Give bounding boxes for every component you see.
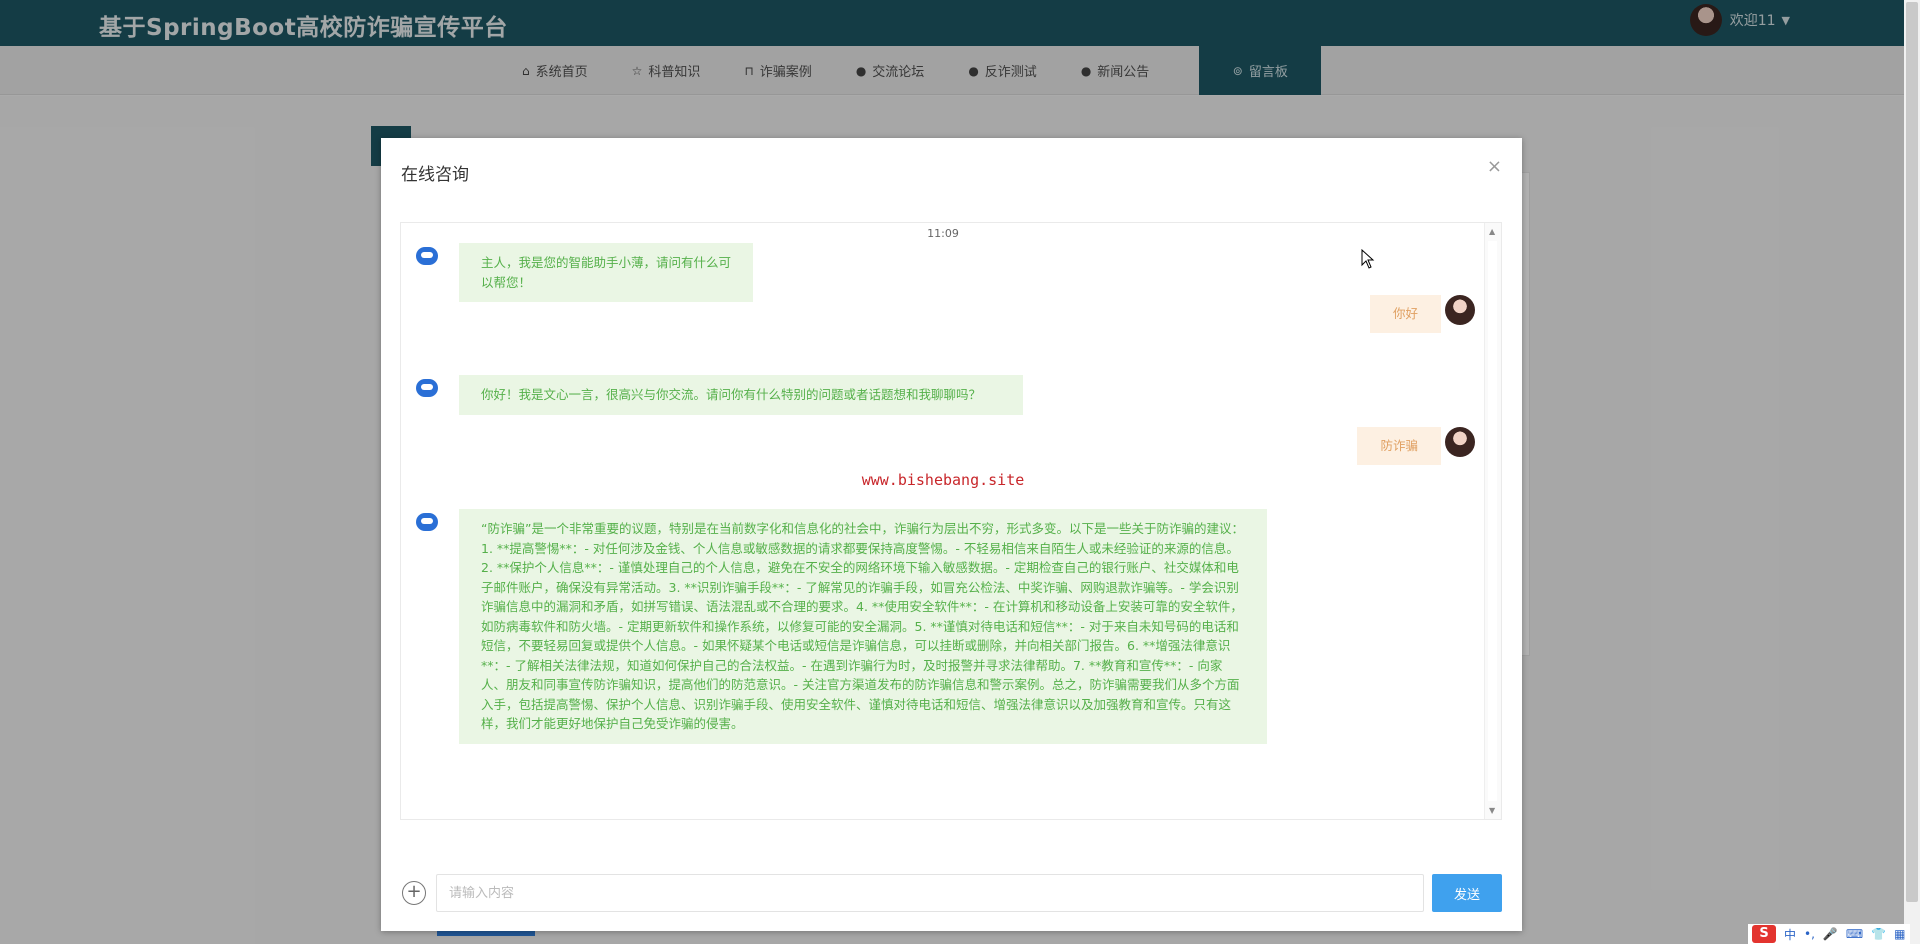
user-avatar	[1445, 295, 1475, 325]
grid-icon[interactable]: ▦	[1894, 927, 1905, 941]
robot-avatar-icon	[413, 243, 441, 271]
close-icon[interactable]: ×	[1487, 156, 1502, 177]
chat-messages[interactable]: 11:09 主人，我是您的智能助手小薄，请问有什么可以帮您！ 你好 你好！我是文…	[400, 222, 1502, 820]
message-timestamp: 11:09	[927, 227, 959, 240]
bot-message-bubble: 你好！我是文心一言，很高兴与你交流。请问你有什么特别的问题或者话题想和我聊聊吗？	[459, 375, 1023, 415]
bot-message: “防诈骗”是一个非常重要的议题，特别是在当前数字化和信息化的社会中，诈骗行为层出…	[413, 509, 1267, 744]
chat-scrollbar-thumb[interactable]	[1488, 241, 1497, 801]
user-message-bubble: 防诈骗	[1357, 427, 1441, 465]
ime-language[interactable]: 中	[1784, 926, 1796, 943]
robot-avatar-icon	[413, 375, 441, 403]
user-message: 防诈骗	[1357, 427, 1475, 465]
message-input[interactable]	[436, 874, 1424, 912]
bot-message-bubble: “防诈骗”是一个非常重要的议题，特别是在当前数字化和信息化的社会中，诈骗行为层出…	[459, 509, 1267, 744]
bot-message: 主人，我是您的智能助手小薄，请问有什么可以帮您！	[413, 243, 753, 302]
user-message-bubble: 你好	[1369, 295, 1441, 333]
dialog-title: 在线咨询	[401, 165, 469, 185]
bot-message-bubble: 主人，我是您的智能助手小薄，请问有什么可以帮您！	[459, 243, 753, 302]
punctuation-icon[interactable]: •,	[1804, 927, 1815, 941]
bot-message: 你好！我是文心一言，很高兴与你交流。请问你有什么特别的问题或者话题想和我聊聊吗？	[413, 375, 1023, 415]
chat-dialog: 在线咨询 × 11:09 主人，我是您的智能助手小薄，请问有什么可以帮您！ 你好…	[381, 138, 1522, 931]
ime-toolbar[interactable]: S 中 •, 🎤 ⌨ 👕 ▦	[1748, 924, 1910, 944]
user-avatar	[1445, 427, 1475, 457]
watermark-text: www.bishebang.site	[861, 471, 1025, 489]
scroll-up-icon[interactable]: ▲	[1489, 227, 1495, 236]
chat-scrollbar[interactable]: ▲ ▼	[1484, 223, 1501, 819]
user-message: 你好	[1369, 295, 1475, 333]
skin-icon[interactable]: 👕	[1871, 927, 1886, 941]
send-button[interactable]: 发送	[1432, 874, 1502, 912]
scroll-down-icon[interactable]: ▼	[1489, 806, 1495, 815]
microphone-icon[interactable]: 🎤	[1823, 927, 1838, 941]
keyboard-icon[interactable]: ⌨	[1846, 927, 1863, 941]
add-attachment-icon[interactable]: +	[402, 881, 426, 905]
page-scrollbar-thumb[interactable]	[1906, 2, 1918, 902]
sogou-ime-icon[interactable]: S	[1752, 925, 1776, 943]
robot-avatar-icon	[413, 509, 441, 537]
